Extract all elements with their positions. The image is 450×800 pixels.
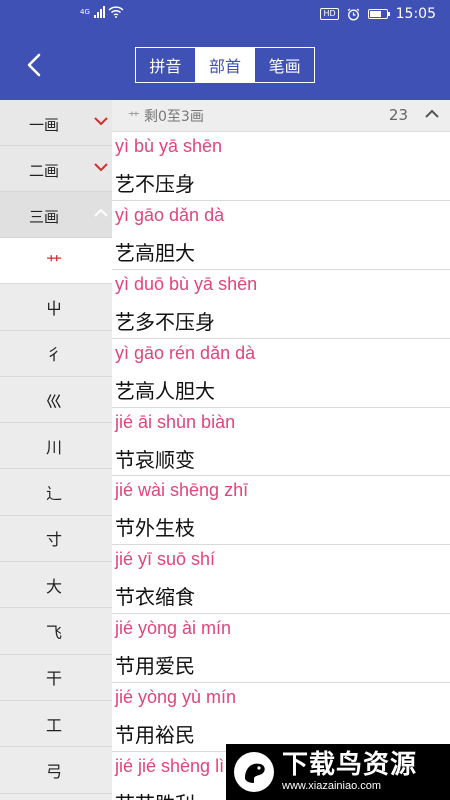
list-item[interactable]: jié yòng ài mín 节用爱民 [112,614,450,684]
radical-item[interactable]: 干 [0,654,112,701]
signal-icon [93,6,105,18]
status-right: HD 15:05 [320,6,436,22]
chevron-left-icon [27,53,41,77]
radical-item[interactable]: 寸 [0,515,112,563]
stroke-group-3[interactable]: 三画 [0,192,112,238]
watermark-banner: 下载鸟资源 www.xiazainiao.com [226,744,450,800]
idiom-list-panel: 艹剩0至3画 23 yì bù yā shēn 艺不压身 yì gāo dǎn … [112,100,450,800]
section-header[interactable]: 艹剩0至3画 23 [112,100,450,132]
idiom-pinyin: jié wài shēng zhī [115,480,249,501]
radical-item[interactable]: 辶 [0,469,112,516]
idiom-text: 艺不压身 [115,172,195,196]
hd-badge: HD [320,8,339,20]
radical-item[interactable]: 屮 [0,284,112,331]
app-bar: 拼音 部首 笔画 [0,30,450,100]
idiom-list: yì bù yā shēn 艺不压身 yì gāo dǎn dà 艺高胆大 yì… [112,132,450,800]
list-item[interactable]: yì gāo rén dǎn dà 艺高人胆大 [112,339,450,408]
mode-tabs: 拼音 部首 笔画 [135,47,315,83]
radical-item[interactable]: 川 [0,423,112,470]
section-label: 剩0至3画 [144,109,204,125]
radical-sidebar: 一画 二画 三画 艹 屮 彳 巛 川 辶 寸 大 飞 干 工 弓 [0,100,112,800]
idiom-pinyin: jié jié shèng lì [115,756,225,777]
section-count: 23 [388,106,408,124]
watermark-text: 下载鸟资源 www.xiazainiao.com [282,751,417,793]
battery-icon [367,9,390,19]
idiom-text: 节用裕民 [115,723,195,748]
radical-list: 艹 屮 彳 巛 川 辶 寸 大 飞 干 工 弓 [0,238,112,794]
watermark-url: www.xiazainiao.com [282,780,382,792]
idiom-text: 艺多不压身 [115,309,215,334]
radical-item[interactable]: 工 [0,700,112,748]
tab-radical[interactable]: 部首 [195,48,256,82]
idiom-pinyin: yì bù yā shēn [115,136,223,156]
back-button[interactable] [18,48,52,82]
chevron-down-icon [94,163,108,172]
clock: 15:05 [395,6,436,22]
chevron-up-icon[interactable] [424,108,440,120]
idiom-pinyin: yì gāo dǎn dà [115,204,225,225]
chevron-up-icon [94,208,108,217]
list-item[interactable]: jié yòng yù mín 节用裕民 [112,683,450,753]
stroke-group-label: 二画 [29,162,60,180]
idiom-pinyin: jié āi shùn biàn [115,411,236,432]
tab-stroke[interactable]: 笔画 [255,48,314,82]
radical-item[interactable]: 弓 [0,747,112,794]
idiom-text: 节用爱民 [115,654,195,679]
idiom-pinyin: yì gāo rén dǎn dà [115,342,256,363]
chevron-down-icon [94,117,108,126]
list-item[interactable]: yì gāo dǎn dà 艺高胆大 [112,201,450,270]
stroke-group-2[interactable]: 二画 [0,146,112,192]
idiom-text: 节哀顺变 [115,447,195,472]
idiom-pinyin: jié yòng ài mín [115,618,232,639]
idiom-text: 节外生枝 [115,516,195,541]
app-root: 4G HD 15:05 拼音 部首 笔画 一画 二画 三画 艹 屮 彳 巛 川 … [0,0,450,800]
wifi-icon [108,6,124,18]
idiom-text: 节节胜利 [115,788,195,800]
stroke-group-label: 三画 [29,208,60,226]
list-item[interactable]: jié yī suō shí 节衣缩食 [112,545,450,615]
radical-item[interactable]: 艹 [0,238,112,285]
radical-item[interactable]: 飞 [0,608,112,655]
section-title: 艹剩0至3画 [128,106,204,126]
status-left: 4G [80,6,124,18]
idiom-pinyin: yì duō bù yā shēn [115,273,258,294]
idiom-text: 艺高人胆大 [115,378,215,403]
status-bar: 4G HD 15:05 [0,0,450,30]
radical-item[interactable]: 大 [0,562,112,609]
bird-logo-icon [234,752,274,792]
list-item[interactable]: jié āi shùn biàn 节哀顺变 [112,408,450,477]
idiom-pinyin: jié yòng yù mín [115,687,237,708]
radical-item[interactable]: 彳 [0,330,112,377]
battery-level [369,11,381,17]
stroke-group-label: 一画 [29,116,60,134]
watermark-title: 下载鸟资源 [282,750,418,780]
idiom-pinyin: jié yī suō shí [115,549,216,570]
section-radical: 艹 [128,110,141,124]
network-type: 4G [80,7,90,16]
list-item[interactable]: jié wài shēng zhī 节外生枝 [112,476,450,546]
stroke-group-1[interactable]: 一画 [0,100,112,146]
list-item[interactable]: yì bù yā shēn 艺不压身 [112,132,450,201]
tab-pinyin[interactable]: 拼音 [136,48,196,82]
alarm-icon [347,8,360,20]
list-item[interactable]: yì duō bù yā shēn 艺多不压身 [112,270,450,339]
radical-item[interactable]: 巛 [0,376,112,424]
idiom-text: 艺高胆大 [115,240,195,265]
idiom-text: 节衣缩食 [115,585,195,610]
